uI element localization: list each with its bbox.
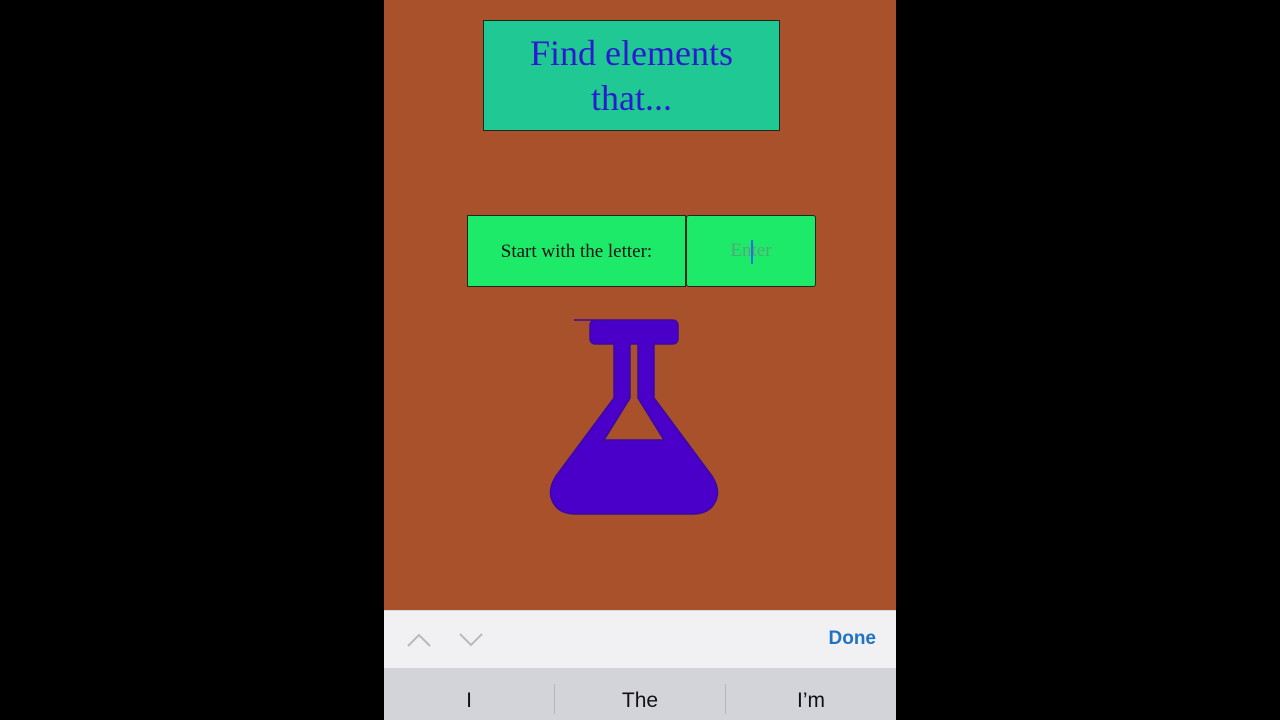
suggestion-item[interactable]: I <box>384 668 554 720</box>
done-button[interactable]: Done <box>829 628 877 650</box>
letter-prompt-box: Start with the letter: <box>467 215 686 287</box>
letter-input-box[interactable] <box>686 215 816 287</box>
text-caret <box>751 240 753 264</box>
keyboard-toolbar: Done <box>384 610 896 668</box>
title-box: Find elements that... <box>483 20 780 131</box>
flask-icon <box>549 319 719 515</box>
letter-prompt-label: Start with the letter: <box>500 240 653 262</box>
app-screen: Find elements that... Start with the let… <box>384 0 896 720</box>
chevron-up-icon[interactable] <box>404 627 434 653</box>
suggestion-item[interactable]: The <box>555 668 725 720</box>
suggestion-item[interactable]: I’m <box>726 668 896 720</box>
page-title: Find elements that... <box>530 32 733 118</box>
chevron-down-icon[interactable] <box>456 627 486 653</box>
keyboard-suggestion-bar: I The I’m <box>384 668 896 720</box>
